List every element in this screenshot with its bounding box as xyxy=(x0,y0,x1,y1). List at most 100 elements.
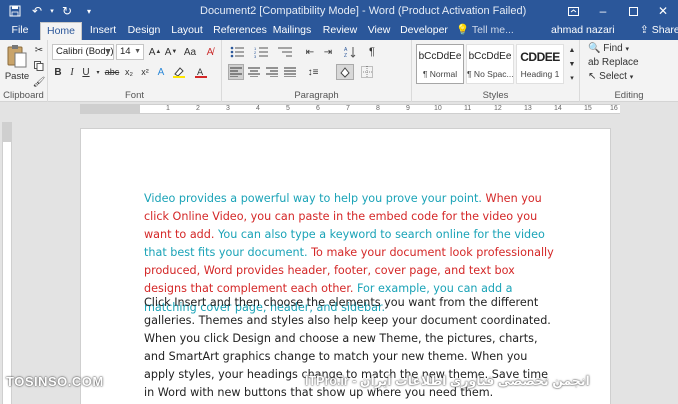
font-color-icon[interactable]: A xyxy=(194,64,208,80)
ribbon-display-options-icon[interactable] xyxy=(558,0,588,22)
lightbulb-icon: 💡 xyxy=(456,24,470,36)
tab-developer[interactable]: Developer xyxy=(400,22,448,40)
shading-icon[interactable] xyxy=(336,64,354,80)
tab-view[interactable]: View xyxy=(364,22,394,40)
select-label: Select xyxy=(599,71,627,82)
styles-more-icon[interactable]: ▾ xyxy=(566,72,578,84)
ruler-number: 1 xyxy=(166,105,170,112)
share-button[interactable]: ⇪ Share xyxy=(640,22,678,40)
tab-layout[interactable]: Layout xyxy=(168,22,206,40)
bullets-icon[interactable] xyxy=(228,44,246,60)
text-effects-icon[interactable]: A xyxy=(154,64,168,80)
find-button[interactable]: 🔍 Find ▾ xyxy=(588,42,629,56)
watermark-right: ITPro.ir - انجمن تخصصی فناوری اطلاعات ای… xyxy=(305,374,590,388)
undo-icon[interactable]: ↶ xyxy=(26,0,48,22)
tab-mailings[interactable]: Mailings xyxy=(272,22,312,40)
superscript-icon[interactable]: x² xyxy=(138,64,152,80)
dropdown-chevron-icon[interactable]: ▾ xyxy=(48,0,56,22)
change-case-icon[interactable]: Aa xyxy=(182,44,198,60)
tab-references[interactable]: References xyxy=(212,22,268,40)
style-no-spacing[interactable]: bCcDdEe ¶ No Spac... xyxy=(466,44,514,84)
tab-insert[interactable]: Insert xyxy=(86,22,120,40)
ruler-number: 9 xyxy=(406,105,410,112)
document-page[interactable]: Video provides a powerful way to help yo… xyxy=(80,128,611,404)
clear-formatting-icon[interactable]: A̸ xyxy=(202,44,218,60)
minimize-icon[interactable]: – xyxy=(588,0,618,22)
justify-icon[interactable] xyxy=(282,64,298,80)
tab-file[interactable]: File xyxy=(4,22,36,40)
redo-icon[interactable]: ↻ xyxy=(56,0,78,22)
style-name: ¶ Normal xyxy=(422,69,458,79)
font-size-value: 14 xyxy=(120,46,131,57)
strikethrough-icon[interactable]: abc xyxy=(104,64,120,80)
highlight-icon[interactable] xyxy=(172,64,186,80)
replace-button[interactable]: ab Replace xyxy=(588,56,639,70)
styles-scroll-up-icon[interactable]: ▲ xyxy=(566,44,578,56)
multilevel-list-icon[interactable] xyxy=(276,44,294,60)
ruler-number: 5 xyxy=(286,105,290,112)
ruler-text-area: 1 2 3 4 5 6 7 8 9 10 11 12 13 14 15 16 xyxy=(140,104,620,114)
increase-indent-icon[interactable]: ⇥ xyxy=(320,44,336,60)
ruler-margin xyxy=(80,104,140,114)
user-name[interactable]: ahmad nazari xyxy=(551,22,615,40)
align-center-icon[interactable] xyxy=(246,64,262,80)
grow-font-icon[interactable]: A ▲ xyxy=(148,44,162,60)
sort-icon[interactable]: AZ xyxy=(342,44,358,60)
cut-icon[interactable]: ✂ xyxy=(32,42,46,58)
find-label: Find xyxy=(603,43,623,54)
tab-home[interactable]: Home xyxy=(40,22,82,40)
share-label: Share xyxy=(651,24,678,36)
clipboard-group: Paste ✂ 🖌 Clipboard xyxy=(0,40,48,102)
subscript-icon[interactable]: x₂ xyxy=(122,64,136,80)
style-sample: bCcDdEe xyxy=(418,51,462,62)
italic-icon[interactable]: I xyxy=(66,64,78,80)
copy-icon[interactable] xyxy=(32,58,46,74)
style-name: Heading 1 xyxy=(520,69,560,79)
quick-access-toolbar: ↶ ▾ ↻ ▾ xyxy=(0,0,100,22)
window-controls: – ✕ xyxy=(558,0,678,22)
font-size-combo[interactable]: 14 ▼ xyxy=(116,44,144,60)
tab-review[interactable]: Review xyxy=(320,22,360,40)
paragraph-group: 123 ⇤ ⇥ AZ ¶ ↕≡ Paragraph xyxy=(222,40,412,102)
ruler-number: 14 xyxy=(554,105,562,112)
line-spacing-icon[interactable]: ↕≡ xyxy=(304,64,322,80)
horizontal-ruler[interactable]: 1 2 3 4 5 6 7 8 9 10 11 12 13 14 15 16 xyxy=(0,102,678,116)
search-icon: 🔍 xyxy=(588,43,601,54)
ruler-number: 7 xyxy=(346,105,350,112)
styles-group: bCcDdEe ¶ Normal bCcDdEe ¶ No Spac... CD… xyxy=(412,40,580,102)
underline-icon[interactable]: U xyxy=(80,64,92,80)
style-normal[interactable]: bCcDdEe ¶ Normal xyxy=(416,44,464,84)
ribbon-tabs: File Home Insert Design Layout Reference… xyxy=(0,22,678,40)
maximize-icon[interactable] xyxy=(618,0,648,22)
select-button[interactable]: ↖ Select ▾ xyxy=(588,70,633,84)
close-icon[interactable]: ✕ xyxy=(648,0,678,22)
decrease-indent-icon[interactable]: ⇤ xyxy=(302,44,318,60)
align-left-icon[interactable] xyxy=(228,64,244,80)
customize-icon[interactable]: ▾ xyxy=(78,0,100,22)
format-painter-icon[interactable]: 🖌 xyxy=(32,74,46,90)
align-right-icon[interactable] xyxy=(264,64,280,80)
vertical-ruler[interactable] xyxy=(2,122,12,404)
numbering-icon[interactable]: 123 xyxy=(252,44,270,60)
font-name-combo[interactable]: Calibri (Body) ▼ xyxy=(52,44,114,60)
ruler-number: 16 xyxy=(610,105,618,112)
style-heading-1[interactable]: CDDEE Heading 1 xyxy=(516,44,564,84)
svg-text:3: 3 xyxy=(254,54,257,58)
tab-design[interactable]: Design xyxy=(126,22,162,40)
show-formatting-icon[interactable]: ¶ xyxy=(364,44,380,60)
ruler-number: 4 xyxy=(256,105,260,112)
bold-icon[interactable]: B xyxy=(52,64,64,80)
paste-button[interactable] xyxy=(4,42,30,70)
chevron-down-icon[interactable]: ▾ xyxy=(94,64,102,80)
style-name: ¶ No Spac... xyxy=(467,69,514,79)
editing-group-label: Editing xyxy=(614,90,644,101)
tell-me-box[interactable]: 💡 Tell me... xyxy=(456,22,514,40)
styles-scroll-down-icon[interactable]: ▼ xyxy=(566,58,578,70)
ruler-number: 10 xyxy=(434,105,442,112)
borders-icon[interactable] xyxy=(358,64,376,80)
shrink-font-icon[interactable]: A ▼ xyxy=(164,44,178,60)
font-group-label: Font xyxy=(124,90,144,101)
paste-label: Paste xyxy=(4,70,30,82)
save-icon[interactable] xyxy=(4,0,26,22)
select-icon: ↖ xyxy=(588,71,597,82)
